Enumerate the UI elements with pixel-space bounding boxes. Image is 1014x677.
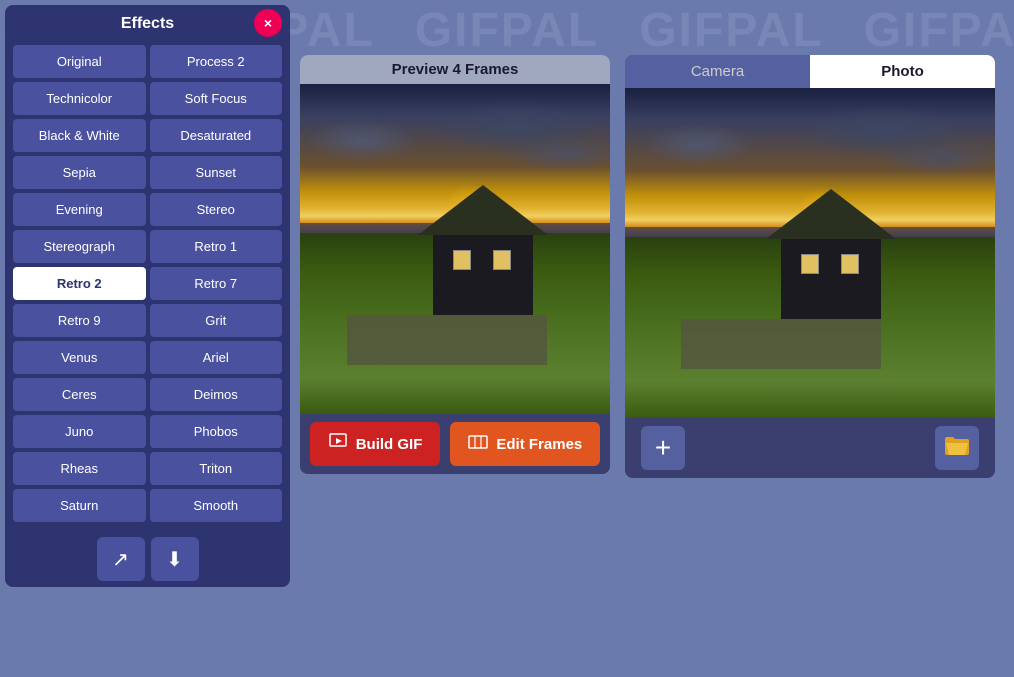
photo-landscape [625,88,995,418]
photo-section: Camera Photo [625,55,995,478]
photo-house-body [781,239,881,319]
preview-landscape [300,84,610,414]
effects-panel: Effects × Original Process 2 Technicolor… [5,5,290,587]
effects-header: Effects × [5,5,290,41]
photo-image-area [625,88,995,418]
effect-evening[interactable]: Evening [13,193,146,226]
preview-section: Preview 4 Frames [300,55,610,474]
house [418,185,548,315]
effect-stereo[interactable]: Stereo [150,193,283,226]
build-gif-button[interactable]: Build GIF [310,422,441,466]
effect-technicolor[interactable]: Technicolor [13,82,146,115]
preview-header: Preview 4 Frames [300,55,610,84]
close-button[interactable]: × [254,9,282,37]
effect-desaturated[interactable]: Desaturated [150,119,283,152]
house-window-left [453,250,471,270]
download-icon: ⬇ [166,547,183,572]
add-icon: + [655,432,671,464]
tab-camera[interactable]: Camera [625,55,810,88]
effects-scroll-area[interactable]: Original Process 2 Technicolor Soft Focu… [5,41,290,531]
edit-frames-button[interactable]: Edit Frames [450,422,600,466]
effect-original[interactable]: Original [13,45,146,78]
effect-deimos[interactable]: Deimos [150,378,283,411]
photo-tabs: Camera Photo [625,55,995,88]
effect-retro2[interactable]: Retro 2 [13,267,146,300]
share-icon: ↗ [112,547,129,572]
effect-phobos[interactable]: Phobos [150,415,283,448]
watermark-text-3: GIFPAL [415,3,599,58]
add-photo-button[interactable]: + [641,426,685,470]
effect-black-white[interactable]: Black & White [13,119,146,152]
effect-triton[interactable]: Triton [150,452,283,485]
effect-ariel[interactable]: Ariel [150,341,283,374]
open-file-button[interactable] [935,426,979,470]
watermark-text-5: GIFPAL [864,3,1014,58]
build-gif-icon [328,432,348,456]
effect-sepia[interactable]: Sepia [13,156,146,189]
photo-stone-wall [681,319,881,369]
house-window-right [493,250,511,270]
watermark-text-4: GIFPAL [639,3,823,58]
effect-retro7[interactable]: Retro 7 [150,267,283,300]
preview-footer: Build GIF Edit Frames [300,414,610,474]
photo-house-roof [766,189,896,239]
folder-icon [943,433,971,463]
photo-house [766,189,896,319]
effect-retro9[interactable]: Retro 9 [13,304,146,337]
effect-ceres[interactable]: Ceres [13,378,146,411]
effect-saturn[interactable]: Saturn [13,489,146,522]
photo-window-left [801,254,819,274]
effect-rheas[interactable]: Rheas [13,452,146,485]
effect-process2[interactable]: Process 2 [150,45,283,78]
effect-stereograph[interactable]: Stereograph [13,230,146,263]
house-roof [418,185,548,235]
house-body [433,235,533,315]
photo-footer: + [625,418,995,478]
effects-title: Effects [121,15,174,33]
share-button[interactable]: ↗ [97,537,145,581]
edit-frames-label: Edit Frames [496,436,582,453]
effects-footer: ↗ ⬇ [5,531,290,587]
effect-soft-focus[interactable]: Soft Focus [150,82,283,115]
photo-window-right [841,254,859,274]
effect-juno[interactable]: Juno [13,415,146,448]
effect-retro1[interactable]: Retro 1 [150,230,283,263]
download-button[interactable]: ⬇ [151,537,199,581]
effects-grid: Original Process 2 Technicolor Soft Focu… [13,45,282,522]
effect-grit[interactable]: Grit [150,304,283,337]
build-gif-label: Build GIF [356,436,423,453]
stone-wall [347,315,547,365]
preview-image-area [300,84,610,414]
effect-venus[interactable]: Venus [13,341,146,374]
tab-photo[interactable]: Photo [810,55,995,88]
edit-frames-icon [468,432,488,456]
effect-smooth[interactable]: Smooth [150,489,283,522]
effect-sunset[interactable]: Sunset [150,156,283,189]
